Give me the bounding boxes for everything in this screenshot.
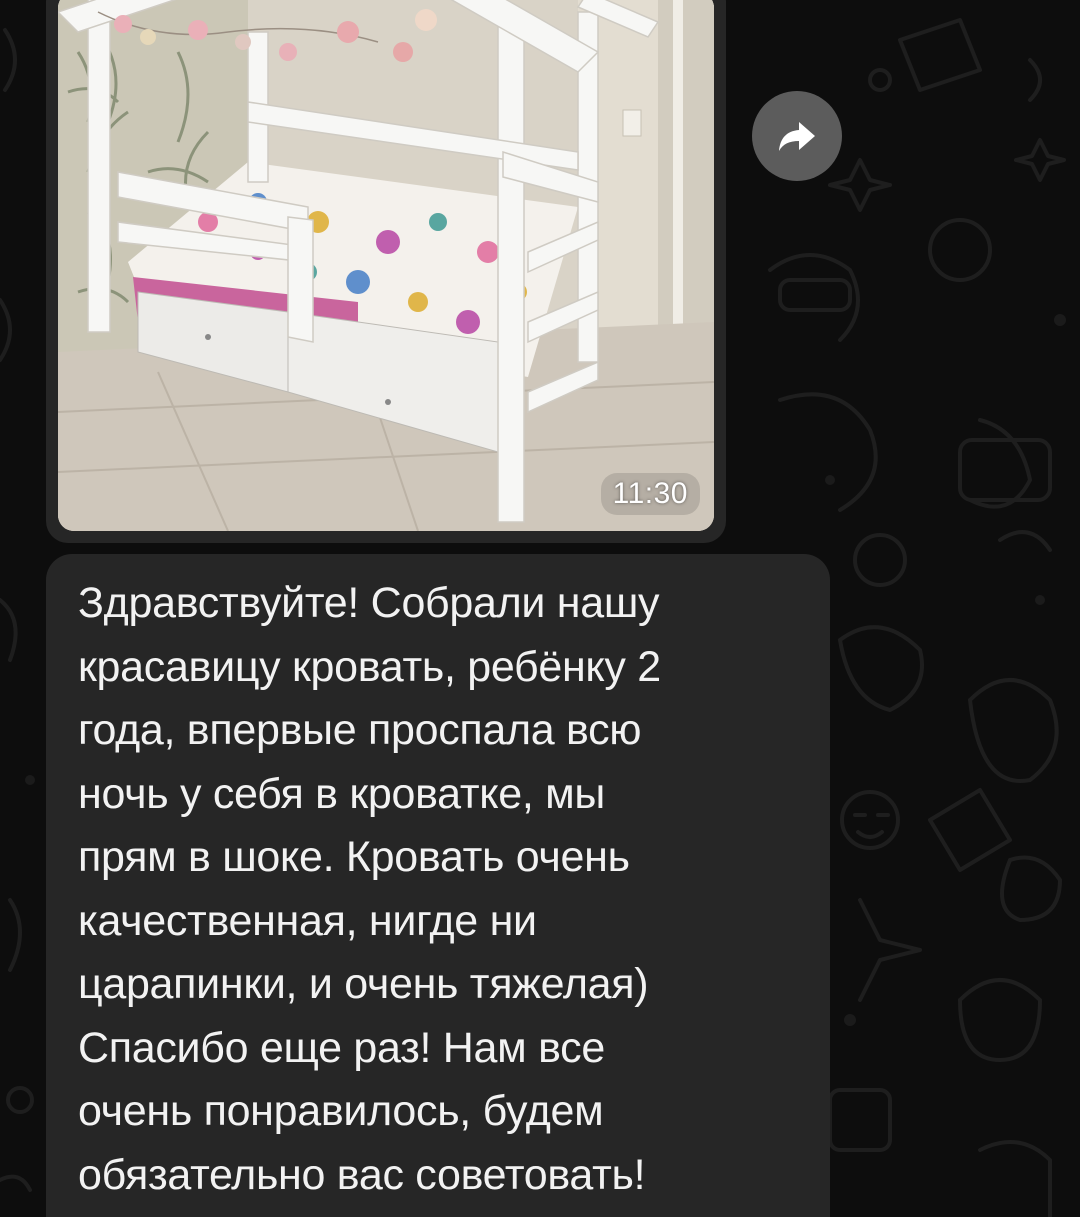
message-line: ночь у себя в кроватке, мы — [78, 769, 605, 818]
message-line: красавицу кровать, ребёнку 2 — [78, 642, 661, 691]
message-line: года, впервые проспала всю — [78, 706, 642, 754]
message-line: очень понравилось, будем — [78, 1087, 604, 1135]
bed-photo[interactable]: 11:30 — [58, 0, 714, 531]
message-text: Здравствуйте! Собрали нашу красавицу кро… — [78, 572, 800, 1207]
text-message-bubble[interactable]: Здравствуйте! Собрали нашу красавицу кро… — [46, 554, 830, 1217]
photo-message-bubble[interactable]: 11:30 — [46, 0, 726, 543]
bed-photo-image — [58, 0, 714, 531]
message-line: Здравствуйте! Собрали нашу — [78, 579, 660, 627]
forward-button[interactable] — [752, 91, 842, 181]
chat-screen: 11:30 Здравствуйте! Собрали нашу красави… — [0, 0, 1080, 1217]
message-line: Спасибо еще раз! Нам все — [78, 1023, 605, 1072]
message-timestamp: 11:30 — [600, 473, 700, 515]
message-line: обязательно вас советовать! — [78, 1150, 646, 1199]
message-line: царапинки, и очень тяжелая) — [78, 960, 649, 1008]
forward-arrow-icon — [779, 122, 815, 151]
message-line: прям в шоке. Кровать очень — [78, 833, 630, 881]
message-line: качественная, нигде ни — [78, 896, 537, 945]
